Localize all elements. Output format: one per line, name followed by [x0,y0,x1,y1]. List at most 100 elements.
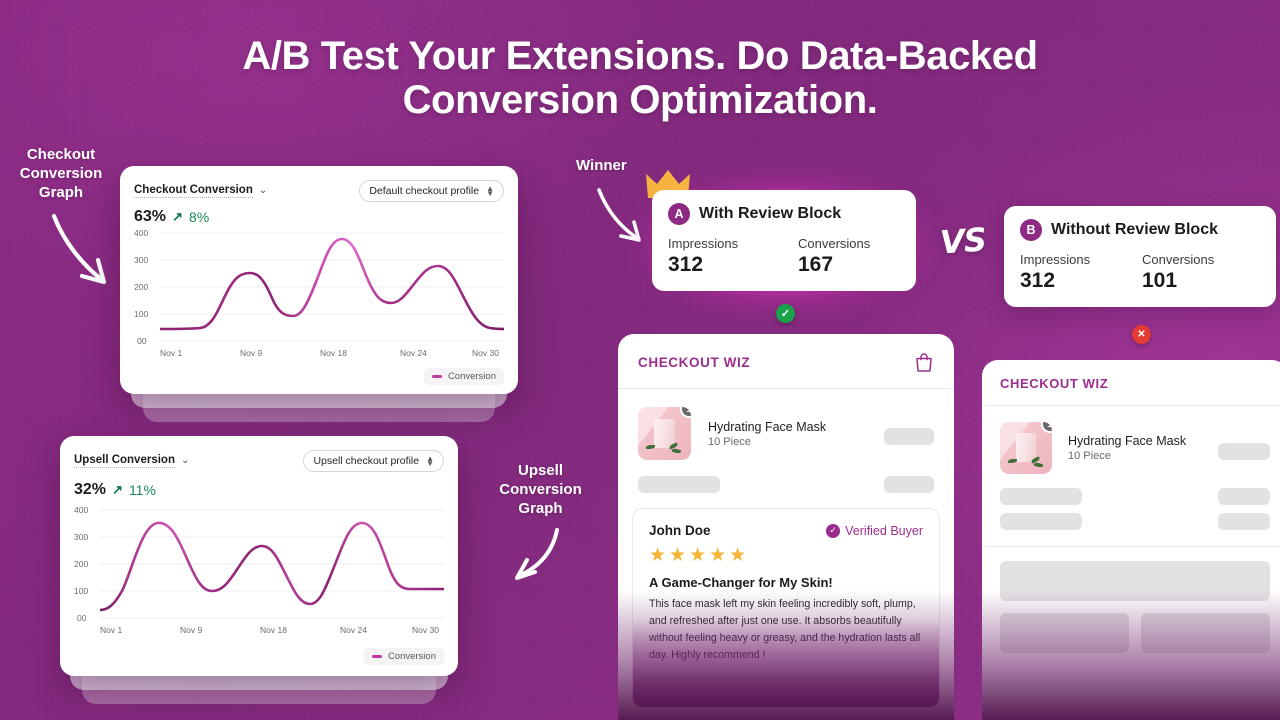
wiz-right-skeleton-row-4 [982,601,1280,653]
checkout-wiz-panel-left: CHECKOUT WIZ 1 Hydrating Face Mask 10 Pi… [618,334,954,720]
upsell-kpi: 32% ↗ 11% [74,481,444,499]
checkout-conversion-card: Checkout Conversion ⌄ Default checkout p… [120,166,518,394]
upsell-kpi-value: 32% [74,481,107,498]
checkout-kpi-delta: 8% [188,209,210,225]
variant-b-impressions-label: Impressions [1020,252,1091,267]
upsell-profile-select-label: Upsell checkout profile [313,455,420,467]
variant-b-title: B Without Review Block [1020,219,1260,241]
checkout-xtick-1: Nov 9 [240,348,263,358]
check-icon: ✓ [780,308,791,320]
variant-b-conversions-value: 101 [1142,269,1178,292]
chevron-down-icon[interactable]: ⌄ [259,186,267,196]
variant-a-impressions-value: 312 [668,253,704,276]
skeleton-block [1000,513,1082,530]
variant-b-card: B Without Review Block Impressions 312 C… [1004,206,1276,307]
trend-up-icon: ↗ [172,209,183,224]
upsell-chart-legend: Conversion [363,648,444,665]
product-thumbnail: 1 [638,407,691,460]
upsell-xtick-0: Nov 1 [100,625,123,635]
skeleton-block [1000,488,1082,505]
checkout-ytick-200: 200 [134,282,149,292]
chevron-updown-icon: ▲ ▼ [426,454,434,468]
review-star-rating: ★★★★★ [649,545,750,566]
wiz-left-product-info: Hydrating Face Mask 10 Piece [708,420,867,448]
promo-banner: A/B Test Your Extensions. Do Data-Backed… [0,0,1280,720]
page-title: A/B Test Your Extensions. Do Data-Backed… [0,34,1280,122]
upsell-chart-plot: 400 300 200 100 00 Nov 1 Nov 9 Nov 18 No… [74,505,444,647]
upsell-profile-select[interactable]: Upsell checkout profile ▲ ▼ [303,450,444,472]
review-header: John Doe ✓ Verified Buyer [649,523,923,538]
upsell-chart-header: Upsell Conversion ⌄ Upsell checkout prof… [74,450,444,472]
variant-a-title: A With Review Block [668,203,900,225]
variant-b-badge: B [1020,219,1042,241]
annotation-winner-label: Winner [576,157,627,174]
upsell-xtick-2: Nov 18 [260,625,287,635]
wiz-left-brand: CHECKOUT WIZ [638,355,751,370]
arrow-checkout-graph-icon [51,213,107,285]
upsell-chart-title: Upsell Conversion [74,454,175,468]
annotation-checkout-line-1: Checkout [26,146,96,163]
upsell-ytick-400: 400 [74,505,89,515]
checkout-xtick-0: Nov 1 [160,348,183,358]
wiz-right-skeleton-row-3 [982,547,1280,601]
checkout-chart-title-group[interactable]: Checkout Conversion ⌄ [134,184,267,198]
checkout-chart-title: Checkout Conversion [134,184,253,198]
checkout-ytick-0: 00 [137,336,147,346]
upsell-kpi-delta: 11% [128,482,156,498]
legend-line-swatch-icon [431,375,442,378]
annotation-upsell-line-3: Graph [518,499,563,517]
review-card: John Doe ✓ Verified Buyer ★★★★★ A Game-C… [632,508,940,708]
variant-b-status-badge: ✕ [1132,325,1151,344]
variant-a-conversions: Conversions 167 [798,236,870,277]
checkout-chart-plot: 400 300 200 100 00 Nov 1 Nov 9 Nov 18 No… [134,228,504,370]
upsell-chart-stack: Upsell Conversion ⌄ Upsell checkout prof… [60,436,458,704]
wiz-right-product-row: 1 Hydrating Face Mask 10 Piece [982,406,1280,474]
verified-buyer-badge: ✓ Verified Buyer [826,523,923,538]
product-name: Hydrating Face Mask [1068,434,1187,448]
chevron-down-icon[interactable]: ⌄ [181,456,189,466]
checkout-kpi-value: 63% [134,208,167,225]
checkout-chart-header: Checkout Conversion ⌄ Default checkout p… [134,180,504,202]
variant-b-metrics: Impressions 312 Conversions 101 [1020,252,1260,293]
close-icon: ✕ [1137,329,1146,340]
wiz-right-brand: CHECKOUT WIZ [1000,376,1109,391]
upsell-xtick-1: Nov 9 [180,625,203,635]
skeleton-block [884,476,934,493]
upsell-xtick-3: Nov 24 [340,625,367,635]
product-thumbnail: 1 [1000,422,1052,474]
skeleton-block [1218,488,1270,505]
wiz-right-product-info: Hydrating Face Mask 10 Piece [1068,434,1202,462]
checkout-xtick-4: Nov 30 [472,348,499,358]
variant-a-prefix: With [699,205,734,222]
price-placeholder [884,428,934,445]
wiz-left-skeleton-row-1 [618,460,954,493]
shopping-bag-icon[interactable] [914,352,934,373]
annotation-checkout-line-3: Graph [38,183,84,201]
checkout-profile-select[interactable]: Default checkout profile ▲ ▼ [359,180,504,202]
variant-a-conversions-value: 167 [798,253,834,276]
wiz-right-header: CHECKOUT WIZ [982,360,1280,406]
upsell-ytick-0: 00 [77,613,87,623]
upsell-ytick-300: 300 [74,532,89,542]
wiz-right-skeleton-row-1 [982,474,1280,505]
upsell-chart-title-group[interactable]: Upsell Conversion ⌄ [74,454,189,468]
product-variant: 10 Piece [1068,450,1111,462]
arrow-winner-icon [597,188,641,242]
variant-b-prefix: Without [1051,221,1111,238]
variant-a-title-text: With Review Block [699,205,841,223]
variant-a-name: Review Block [737,205,842,222]
checkout-kpi: 63% ↗ 8% [134,208,504,226]
wiz-right-skeleton-row-2 [982,505,1280,530]
review-title: A Game-Changer for My Skin! [649,575,833,590]
vs-label: VS [938,220,988,262]
checkout-ytick-400: 400 [134,228,149,238]
annotation-winner: Winner [576,157,636,176]
verified-buyer-label: Verified Buyer [845,523,923,538]
checkout-legend-label: Conversion [447,371,496,382]
checkout-profile-select-label: Default checkout profile [369,185,480,197]
variant-b-conversions-label: Conversions [1142,252,1215,267]
trend-up-icon: ↗ [112,482,123,497]
wiz-left-header: CHECKOUT WIZ [618,334,954,389]
checkout-wiz-panel-right: CHECKOUT WIZ 1 Hydrating Face Mask 10 Pi… [982,360,1280,720]
upsell-xtick-4: Nov 30 [412,625,439,635]
